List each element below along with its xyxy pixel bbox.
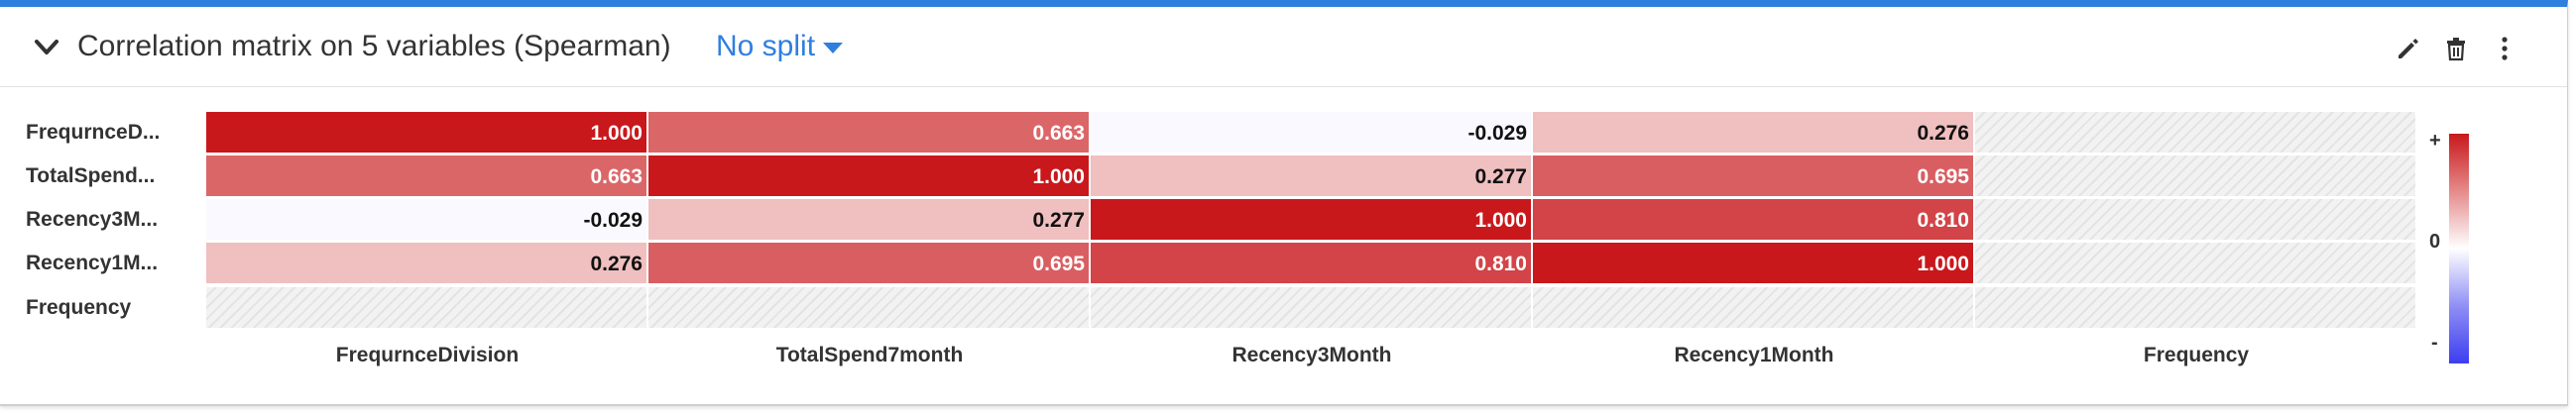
heatmap-cell[interactable] [1975, 287, 2417, 330]
heatmap-cell[interactable] [1975, 112, 2417, 155]
heatmap-cell[interactable]: 0.277 [1091, 155, 1533, 198]
heatmap-cell[interactable]: -0.029 [206, 199, 648, 242]
heatmap-cell[interactable] [206, 287, 648, 330]
heatmap-cell[interactable] [1975, 199, 2417, 242]
column-label: TotalSpend7month [775, 344, 964, 366]
heatmap-cell[interactable]: -0.029 [1091, 112, 1533, 155]
heatmap-cell[interactable]: 0.276 [1533, 112, 1975, 155]
legend-plus-label: + [2429, 130, 2441, 152]
more-vertical-icon[interactable] [2491, 35, 2518, 62]
heatmap-cell[interactable]: 0.810 [1533, 199, 1975, 242]
column-label: Recency3Month [1231, 344, 1392, 366]
trash-icon[interactable] [2442, 35, 2470, 62]
heatmap-cell[interactable]: 1.000 [1091, 199, 1533, 242]
row-label: TotalSpend... [26, 164, 156, 187]
heatmap-cell[interactable]: 1.000 [648, 155, 1091, 198]
color-scale-legend [2449, 134, 2469, 363]
heatmap-cell[interactable] [1975, 155, 2417, 198]
heatmap-cell[interactable] [1533, 287, 1975, 330]
row-label: Recency3M... [26, 208, 159, 231]
heatmap-cell[interactable]: 0.663 [206, 155, 648, 198]
card-title: Correlation matrix on 5 variables (Spear… [77, 30, 671, 62]
row-label: Frequency [26, 296, 132, 319]
heatmap-cell[interactable]: 0.695 [1533, 155, 1975, 198]
heatmap-cell[interactable]: 0.663 [648, 112, 1091, 155]
heatmap-cell[interactable] [1975, 243, 2417, 285]
heatmap-cell[interactable]: 1.000 [206, 112, 648, 155]
heatmap-cell[interactable]: 0.810 [1091, 243, 1533, 285]
column-label: Recency1Month [1674, 344, 1834, 366]
card-header: Correlation matrix on 5 variables (Spear… [0, 7, 2567, 87]
column-label: Frequency [2143, 344, 2250, 366]
heatmap-cell[interactable]: 0.277 [648, 199, 1091, 242]
caret-down-icon [823, 42, 844, 53]
legend-minus-label: - [2431, 332, 2438, 354]
legend-zero-label: 0 [2429, 231, 2441, 253]
split-dropdown-label: No split [716, 30, 816, 62]
split-dropdown[interactable]: No split [716, 27, 844, 66]
heatmap-cell[interactable]: 0.695 [648, 243, 1091, 285]
correlation-matrix-card: Correlation matrix on 5 variables (Spear… [0, 0, 2568, 406]
chevron-down-icon[interactable] [32, 33, 61, 62]
row-label: Recency1M... [26, 252, 159, 274]
heatmap-cell[interactable]: 1.000 [1533, 243, 1975, 285]
heatmap-cell[interactable] [1091, 287, 1533, 330]
row-label: FrequrnceD... [26, 121, 161, 144]
heatmap-cell[interactable]: 0.276 [206, 243, 648, 285]
heatmap-cell[interactable] [648, 287, 1091, 330]
column-label: FrequrnceDivision [335, 344, 520, 366]
pencil-icon[interactable] [2394, 35, 2421, 62]
